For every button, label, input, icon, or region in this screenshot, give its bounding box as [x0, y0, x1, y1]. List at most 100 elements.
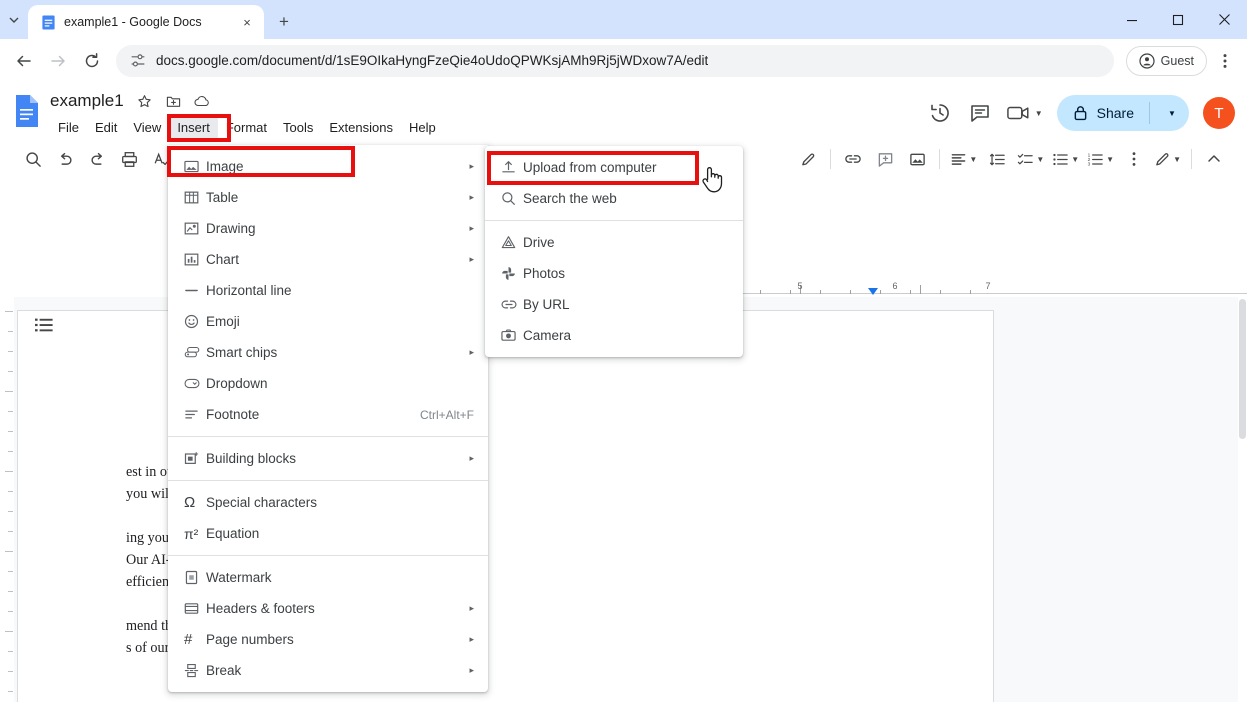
menu-item-smart-chips[interactable]: Smart chips ▸ [168, 337, 488, 368]
document-outline-icon[interactable] [34, 315, 54, 335]
bulleted-list-chevron-down-icon[interactable]: ▼ [1071, 155, 1079, 164]
site-settings-icon[interactable] [130, 53, 146, 69]
menu-item-special-characters[interactable]: Ω Special characters [168, 487, 488, 518]
search-icon[interactable] [18, 144, 48, 174]
comments-icon[interactable] [967, 100, 993, 126]
toolbar-divider [1191, 149, 1192, 169]
undo-icon[interactable] [50, 144, 80, 174]
share-button[interactable]: Share ▼ [1056, 95, 1189, 131]
checklist-chevron-down-icon[interactable]: ▼ [1036, 155, 1044, 164]
print-icon[interactable] [114, 144, 144, 174]
guest-avatar-icon [1139, 52, 1155, 69]
browser-tab[interactable]: example1 - Google Docs × [28, 5, 264, 39]
new-tab-button[interactable]: + [270, 8, 298, 36]
menu-item-footnote[interactable]: Footnote Ctrl+Alt+F [168, 399, 488, 430]
window-close-button[interactable] [1201, 0, 1247, 39]
url-text[interactable]: docs.google.com/document/d/1sE9OIkaHyngF… [156, 53, 708, 68]
insert-dropdown-menu[interactable]: Image ▸ Table ▸ Drawing ▸ Chart ▸ Horizo… [168, 145, 488, 692]
highlight-pen-icon[interactable] [793, 144, 823, 174]
back-button-icon[interactable] [8, 45, 40, 77]
editing-mode-chevron-down-icon[interactable]: ▼ [1173, 155, 1181, 164]
submenu-item-photos[interactable]: Photos [485, 258, 743, 289]
address-bar[interactable]: docs.google.com/document/d/1sE9OIkaHyngF… [116, 44, 1114, 77]
link-icon [501, 297, 523, 312]
ruler-tick [940, 290, 941, 294]
forward-button-icon[interactable] [42, 45, 74, 77]
vertical-scrollbar[interactable] [1238, 297, 1247, 702]
menu-item-drawing[interactable]: Drawing ▸ [168, 213, 488, 244]
window-maximize-button[interactable] [1155, 0, 1201, 39]
right-indent-marker[interactable] [868, 288, 878, 295]
menu-item-headers-footers[interactable]: Headers & footers ▸ [168, 593, 488, 624]
submenu-item-by-url[interactable]: By URL [485, 289, 743, 320]
align-chevron-down-icon[interactable]: ▼ [969, 155, 977, 164]
tab-search-chevron-icon[interactable] [0, 0, 28, 39]
document-title[interactable]: example1 [50, 91, 124, 111]
menu-item-table[interactable]: Table ▸ [168, 182, 488, 213]
lock-icon [1073, 105, 1088, 121]
bulleted-list-icon[interactable]: ▼ [1049, 144, 1082, 174]
menu-file[interactable]: File [50, 116, 87, 140]
cloud-saved-icon[interactable] [194, 93, 211, 110]
menu-insert[interactable]: Insert [169, 116, 218, 140]
table-icon [184, 190, 206, 205]
ruler-tick [760, 290, 761, 294]
menu-divider [168, 436, 488, 437]
chrome-menu-icon[interactable] [1211, 46, 1239, 76]
numbered-list-chevron-down-icon[interactable]: ▼ [1106, 155, 1114, 164]
vruler-tick [5, 391, 13, 392]
svg-text:3: 3 [1088, 161, 1091, 167]
menu-extensions[interactable]: Extensions [321, 116, 401, 140]
submenu-item-drive[interactable]: Drive [485, 227, 743, 258]
insert-image-icon[interactable] [902, 144, 932, 174]
menu-help[interactable]: Help [401, 116, 444, 140]
version-history-icon[interactable] [927, 100, 953, 126]
menu-item-chart[interactable]: Chart ▸ [168, 244, 488, 275]
submenu-arrow-icon: ▸ [469, 603, 474, 613]
checklist-icon[interactable]: ▼ [1014, 144, 1047, 174]
reload-button-icon[interactable] [76, 45, 108, 77]
move-to-folder-icon[interactable] [165, 93, 182, 110]
star-icon[interactable] [136, 93, 153, 110]
menu-item-watermark[interactable]: Watermark [168, 562, 488, 593]
google-meet-icon[interactable]: ▼ [1006, 100, 1043, 126]
menu-item-image[interactable]: Image ▸ [168, 151, 488, 182]
align-icon[interactable]: ▼ [947, 144, 980, 174]
menu-item-break[interactable]: Break ▸ [168, 655, 488, 686]
profile-guest-button[interactable]: Guest [1125, 45, 1207, 76]
insert-link-icon[interactable] [838, 144, 868, 174]
line-spacing-icon[interactable] [982, 144, 1012, 174]
menu-view[interactable]: View [125, 116, 169, 140]
menu-tools[interactable]: Tools [275, 116, 321, 140]
menu-item-page-numbers[interactable]: # Page numbers ▸ [168, 624, 488, 655]
vertical-ruler[interactable] [0, 297, 14, 702]
menu-item-building-blocks[interactable]: Building blocks ▸ [168, 443, 488, 474]
submenu-item-camera[interactable]: Camera [485, 320, 743, 351]
window-minimize-button[interactable] [1109, 0, 1155, 39]
hide-toolbar-icon[interactable] [1199, 144, 1229, 174]
menu-format[interactable]: Format [218, 116, 275, 140]
numbered-list-icon[interactable]: 1 2 3 ▼ [1084, 144, 1117, 174]
menu-item-horizontal-line[interactable]: Horizontal line [168, 275, 488, 306]
google-docs-logo-icon[interactable] [10, 89, 44, 133]
user-avatar[interactable]: T [1203, 97, 1235, 129]
menu-item-emoji[interactable]: Emoji [168, 306, 488, 337]
ruler-number: 5 [797, 281, 803, 291]
google-photos-icon [501, 266, 523, 281]
toolbar-divider [830, 149, 832, 169]
add-comment-icon[interactable] [870, 144, 900, 174]
menu-item-dropdown[interactable]: Dropdown [168, 368, 488, 399]
tab-close-icon[interactable]: × [238, 13, 256, 31]
document-page[interactable]: est in our AI-powered content generation… [17, 310, 994, 702]
meet-chevron-down-icon[interactable]: ▼ [1035, 109, 1043, 118]
menu-item-equation[interactable]: π² Equation [168, 518, 488, 549]
footnote-icon [184, 407, 206, 422]
more-options-icon[interactable] [1119, 144, 1149, 174]
menu-edit[interactable]: Edit [87, 116, 125, 140]
menu-item-label: Footnote [206, 407, 260, 422]
share-chevron-down-icon[interactable]: ▼ [1161, 109, 1183, 118]
vruler-tick [5, 551, 13, 552]
editing-mode-icon[interactable]: ▼ [1151, 144, 1184, 174]
scrollbar-thumb[interactable] [1239, 299, 1246, 439]
redo-icon[interactable] [82, 144, 112, 174]
